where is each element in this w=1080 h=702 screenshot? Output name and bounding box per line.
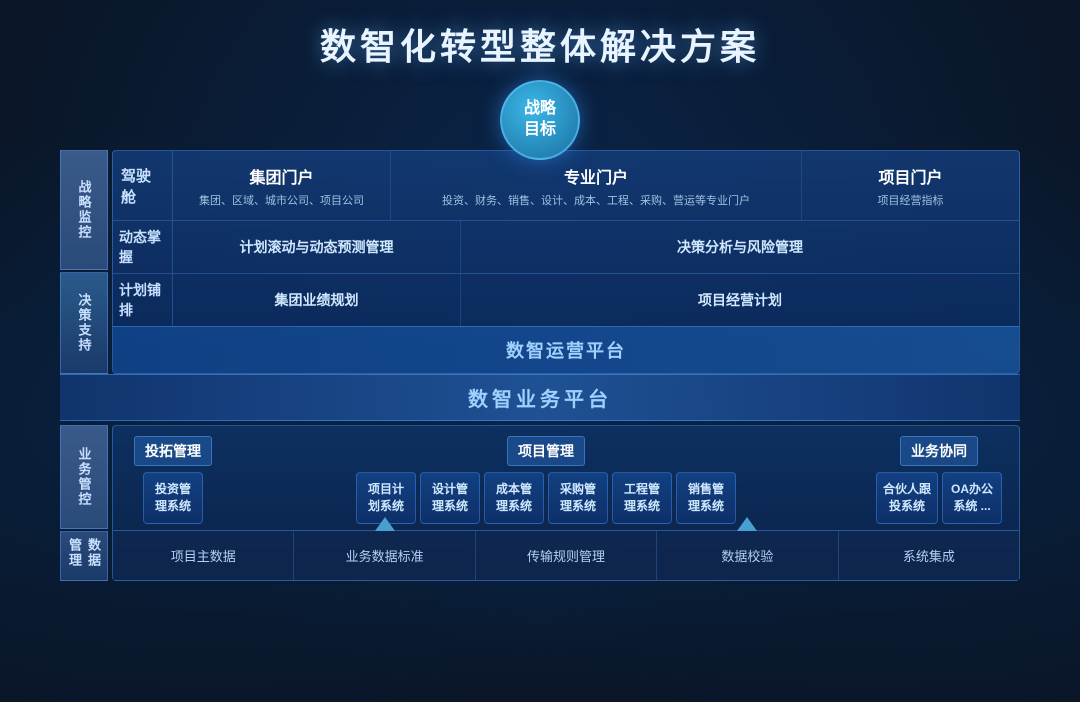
plan-cell2: 项目经营计划 xyxy=(461,274,1019,326)
data-cell-label-0: 项目主数据 xyxy=(171,546,236,565)
content-area: 战略监控 决策支持 驾驶舱 集团门户 集团、区域、城市公司、项目公司 xyxy=(60,150,1020,581)
business-top: 投拓管理 投资管理系统 项目管理 项目计划系统 设计管理系统 成本管理系统 采购… xyxy=(113,426,1019,530)
professional-portal-title: 专业门户 xyxy=(564,164,628,188)
data-cell-0: 项目主数据 xyxy=(113,531,294,580)
dynamic-cell1: 计划滚动与动态预测管理 xyxy=(173,221,461,273)
project-mgmt-items: 项目计划系统 设计管理系统 成本管理系统 采购管理系统 工程管理系统 销售管理系… xyxy=(356,472,736,524)
strategy-line1: 战略 xyxy=(524,99,556,120)
collab-item-0: 合伙人跟投系统 xyxy=(876,472,938,524)
project-item-5: 销售管理系统 xyxy=(676,472,736,524)
collaboration-block: 业务协同 合伙人跟投系统 OA办公系统 ... xyxy=(869,436,1009,524)
collab-item-1: OA办公系统 ... xyxy=(942,472,1002,524)
arrow-up-1 xyxy=(375,517,395,531)
page-container: 数智化转型整体解决方案 战略 目标 战略监控 决策支持 驾驶舱 xyxy=(0,0,1080,702)
cockpit-cells: 集团门户 集团、区域、城市公司、项目公司 专业门户 投资、财务、销售、设计、成本… xyxy=(173,151,1019,220)
strategy-line2: 目标 xyxy=(524,120,556,141)
plan-label: 计划铺排 xyxy=(113,274,173,326)
project-item-4: 工程管理系统 xyxy=(612,472,672,524)
bottom-section: 业务管控 数据管理 投拓管理 投资管理系统 xyxy=(60,425,1020,581)
investment-items: 投资管理系统 xyxy=(143,472,203,524)
investment-item-0: 投资管理系统 xyxy=(143,472,203,524)
cockpit-project-portal: 项目门户 项目经营指标 xyxy=(802,151,1019,220)
strategy-circle: 战略 目标 xyxy=(500,80,580,160)
group-portal-title: 集团门户 xyxy=(249,164,313,188)
right-panel: 驾驶舱 集团门户 集团、区域、城市公司、项目公司 专业门户 投资、财务、销售、设… xyxy=(112,150,1020,374)
cockpit-label: 驾驶舱 xyxy=(113,151,173,220)
data-cell-4: 系统集成 xyxy=(839,531,1019,580)
project-mgmt-title: 项目管理 xyxy=(507,436,585,466)
data-cell-1: 业务数据标准 xyxy=(294,531,475,580)
business-panel: 投拓管理 投资管理系统 项目管理 项目计划系统 设计管理系统 成本管理系统 采购… xyxy=(112,425,1020,581)
collaboration-title: 业务协同 xyxy=(900,436,978,466)
plan-cells: 集团业绩规划 项目经营计划 xyxy=(173,274,1019,326)
data-cell-label-4: 系统集成 xyxy=(903,546,955,565)
investment-block: 投拓管理 投资管理系统 xyxy=(123,436,223,524)
dynamic-cell2: 决策分析与风险管理 xyxy=(461,221,1019,273)
data-cell-2: 传输规则管理 xyxy=(476,531,657,580)
label-strategic-monitor: 战略监控 xyxy=(60,150,108,270)
ops-platform-label: 数智运营平台 xyxy=(113,326,1019,373)
dynamic-row: 动态掌握 计划滚动与动态预测管理 决策分析与风险管理 xyxy=(113,221,1019,274)
biz-platform-label: 数智业务平台 xyxy=(468,389,612,411)
professional-portal-sub: 投资、财务、销售、设计、成本、工程、采购、营运等专业门户 xyxy=(442,192,750,208)
cockpit-row: 驾驶舱 集团门户 集团、区域、城市公司、项目公司 专业门户 投资、财务、销售、设… xyxy=(113,151,1019,221)
plan-cell1: 集团业绩规划 xyxy=(173,274,461,326)
project-item-3: 采购管理系统 xyxy=(548,472,608,524)
top-section: 战略监控 决策支持 驾驶舱 集团门户 集团、区域、城市公司、项目公司 xyxy=(60,150,1020,374)
biz-platform-bar: 数智业务平台 xyxy=(60,374,1020,421)
data-cell-label-1: 业务数据标准 xyxy=(346,546,424,565)
arrow-up-3 xyxy=(737,517,757,531)
label-decision-support: 决策支持 xyxy=(60,272,108,374)
dynamic-label: 动态掌握 xyxy=(113,221,173,273)
data-row: 项目主数据 业务数据标准 传输规则管理 数据校验 系统集成 xyxy=(113,530,1019,580)
dynamic-cells: 计划滚动与动态预测管理 决策分析与风险管理 xyxy=(173,221,1019,273)
label-data-management: 数据管理 xyxy=(60,531,108,581)
bottom-left-labels: 业务管控 数据管理 xyxy=(60,425,108,581)
data-cell-label-3: 数据校验 xyxy=(721,546,773,565)
data-cell-3: 数据校验 xyxy=(657,531,838,580)
page-title: 数智化转型整体解决方案 xyxy=(320,0,760,80)
label-business-control: 业务管控 xyxy=(60,425,108,529)
project-mgmt-block: 项目管理 项目计划系统 设计管理系统 成本管理系统 采购管理系统 工程管理系统 … xyxy=(231,436,861,524)
project-portal-sub: 项目经营指标 xyxy=(878,192,944,208)
collaboration-items: 合伙人跟投系统 OA办公系统 ... xyxy=(876,472,1002,524)
investment-title: 投拓管理 xyxy=(134,436,212,466)
cockpit-professional-portal: 专业门户 投资、财务、销售、设计、成本、工程、采购、营运等专业门户 xyxy=(391,151,802,220)
project-item-1: 设计管理系统 xyxy=(420,472,480,524)
project-item-2: 成本管理系统 xyxy=(484,472,544,524)
left-labels-top: 战略监控 决策支持 xyxy=(60,150,108,374)
group-portal-sub: 集团、区域、城市公司、项目公司 xyxy=(199,192,364,208)
cockpit-group-portal: 集团门户 集团、区域、城市公司、项目公司 xyxy=(173,151,391,220)
project-portal-title: 项目门户 xyxy=(878,164,942,188)
plan-row: 计划铺排 集团业绩规划 项目经营计划 xyxy=(113,274,1019,326)
data-cell-label-2: 传输规则管理 xyxy=(527,546,605,565)
